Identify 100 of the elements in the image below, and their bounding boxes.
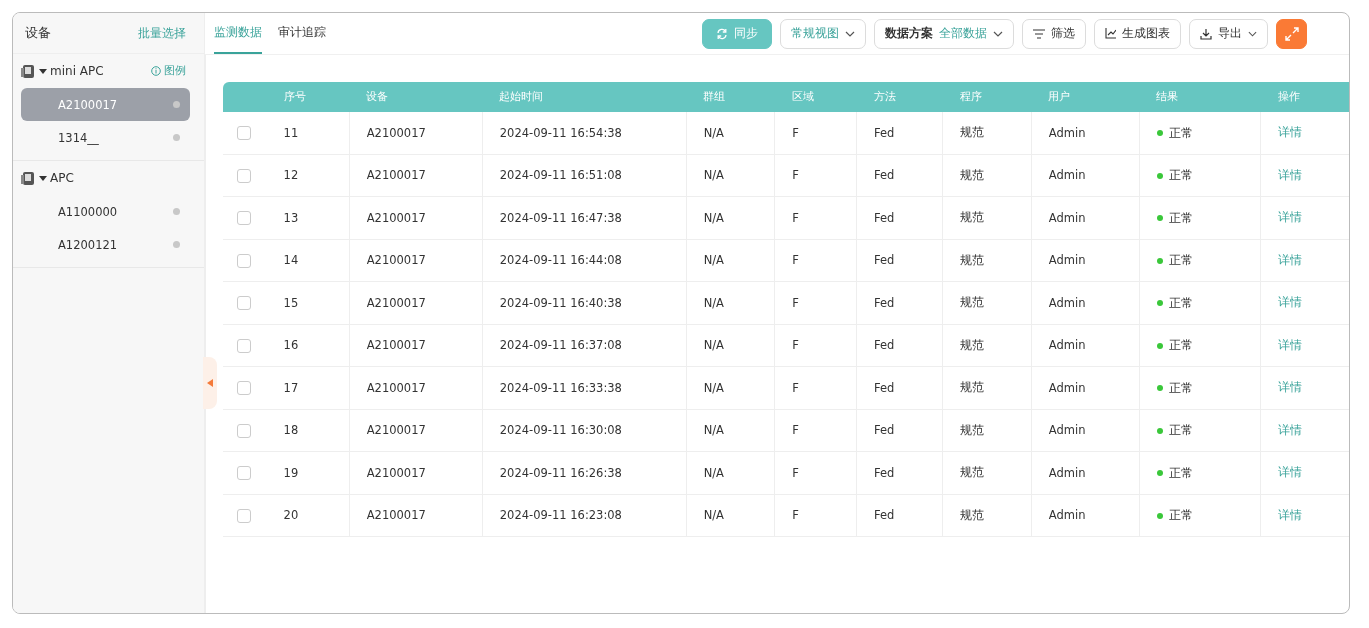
table-cell: 规范: [960, 422, 985, 437]
table-cell: A2100017: [366, 253, 426, 268]
table-cell: N/A: [703, 253, 724, 268]
table-cell: 2024-09-11 16:40:38: [499, 295, 622, 310]
caret-icon[interactable]: [39, 174, 47, 182]
data-scheme-dropdown[interactable]: 数据方案 全部数据: [874, 18, 1014, 49]
caret-icon[interactable]: [39, 67, 47, 75]
table-cell: Admin: [1048, 210, 1086, 225]
device-icon: [20, 170, 36, 186]
table-cell: Admin: [1048, 380, 1086, 395]
column-header: 操作: [1277, 90, 1300, 102]
export-button[interactable]: 导出: [1189, 18, 1268, 49]
download-icon: [1200, 27, 1212, 40]
chevron-down-icon: [993, 30, 1003, 37]
row-checkbox[interactable]: [237, 466, 251, 480]
device-item[interactable]: A2100017: [21, 88, 190, 121]
table-cell: Admin: [1048, 168, 1086, 183]
filter-icon: [1033, 28, 1045, 39]
sync-button[interactable]: 同步: [702, 18, 772, 49]
chevron-down-icon: [845, 30, 855, 37]
details-link[interactable]: 详情: [1278, 125, 1303, 140]
chart-button[interactable]: 生成图表: [1094, 18, 1181, 49]
table-cell: 规范: [960, 507, 985, 522]
table-cell: A2100017: [366, 380, 426, 395]
table-cell: Admin: [1048, 295, 1086, 310]
chevron-down-icon: [1248, 30, 1257, 37]
row-checkbox[interactable]: [237, 211, 251, 225]
legend-link[interactable]: 图例: [151, 64, 186, 78]
triangle-left-icon: [207, 379, 213, 387]
table-cell: Admin: [1048, 508, 1086, 523]
row-checkbox[interactable]: [237, 168, 251, 183]
details-link[interactable]: 详情: [1278, 465, 1303, 480]
table-cell: Fed: [874, 253, 895, 268]
result-status: 正常: [1156, 508, 1193, 523]
result-status: 正常: [1156, 168, 1193, 183]
batch-select-link[interactable]: 批量选择: [138, 25, 186, 41]
view-dropdown[interactable]: 常规视图: [780, 18, 866, 49]
table-cell: 2024-09-11 16:23:08: [499, 508, 622, 523]
table-cell: A2100017: [366, 508, 426, 523]
table-cell: Fed: [874, 295, 895, 310]
table-cell: 规范: [960, 252, 985, 267]
details-link[interactable]: 详情: [1278, 295, 1303, 310]
column-header: 程序: [959, 90, 982, 102]
details-link[interactable]: 详情: [1278, 380, 1303, 395]
refresh-icon: [716, 27, 728, 40]
table-cell: Fed: [874, 423, 895, 438]
table-cell: Fed: [874, 380, 895, 395]
row-checkbox[interactable]: [237, 423, 251, 438]
details-link[interactable]: 详情: [1278, 422, 1303, 437]
tab[interactable]: 监测数据: [214, 13, 262, 54]
column-header: 方法: [873, 90, 896, 102]
result-status: 正常: [1156, 295, 1193, 311]
table-cell: F: [792, 508, 799, 523]
row-checkbox[interactable]: [237, 126, 251, 140]
table-cell: 14: [283, 253, 299, 268]
row-checkbox[interactable]: [237, 296, 251, 310]
row-checkbox[interactable]: [237, 338, 251, 353]
table-cell: N/A: [703, 210, 724, 225]
table-cell: 2024-09-11 16:30:08: [499, 423, 622, 438]
expand-button[interactable]: [1276, 18, 1307, 49]
device-item[interactable]: A1200121: [21, 228, 190, 261]
group-name[interactable]: APC: [50, 171, 186, 185]
device-item[interactable]: A1100000: [21, 195, 190, 228]
device-item[interactable]: 1314__: [21, 121, 190, 154]
device-icon: [20, 63, 36, 79]
details-link[interactable]: 详情: [1278, 507, 1303, 522]
table-cell: 规范: [960, 125, 985, 140]
line-chart-icon: [1105, 28, 1116, 39]
column-header: 序号: [283, 90, 306, 102]
group-name[interactable]: mini APC: [50, 64, 148, 78]
table-cell: Admin: [1048, 253, 1086, 268]
column-header: 用户: [1048, 90, 1071, 102]
details-link[interactable]: 详情: [1278, 210, 1303, 225]
table-cell: F: [792, 295, 799, 310]
column-header: 群组: [703, 90, 726, 102]
table-cell: F: [792, 210, 799, 225]
table-cell: A2100017: [366, 168, 426, 183]
table-cell: F: [792, 168, 799, 183]
table-cell: F: [792, 253, 799, 268]
result-status: 正常: [1156, 338, 1193, 353]
details-link[interactable]: 详情: [1278, 252, 1303, 267]
result-status: 正常: [1156, 253, 1193, 268]
table-cell: 规范: [960, 295, 985, 310]
table-cell: 2024-09-11 16:51:08: [499, 168, 622, 183]
row-checkbox[interactable]: [237, 381, 251, 395]
details-link[interactable]: 详情: [1278, 167, 1303, 182]
row-checkbox[interactable]: [237, 253, 251, 268]
table-cell: 2024-09-11 16:44:08: [499, 253, 622, 268]
column-header: 起始时间: [499, 90, 544, 102]
table-cell: Fed: [874, 465, 895, 480]
table-cell: N/A: [703, 508, 724, 523]
table-cell: F: [792, 423, 799, 438]
table-cell: A2100017: [366, 210, 426, 225]
row-checkbox[interactable]: [237, 508, 251, 523]
collapse-handle[interactable]: [203, 357, 217, 409]
filter-button[interactable]: 筛选: [1022, 18, 1086, 49]
column-header: 结果: [1156, 90, 1179, 102]
tab[interactable]: 审计追踪: [278, 13, 326, 54]
table-cell: 2024-09-11 16:47:38: [499, 210, 622, 225]
details-link[interactable]: 详情: [1278, 337, 1303, 352]
